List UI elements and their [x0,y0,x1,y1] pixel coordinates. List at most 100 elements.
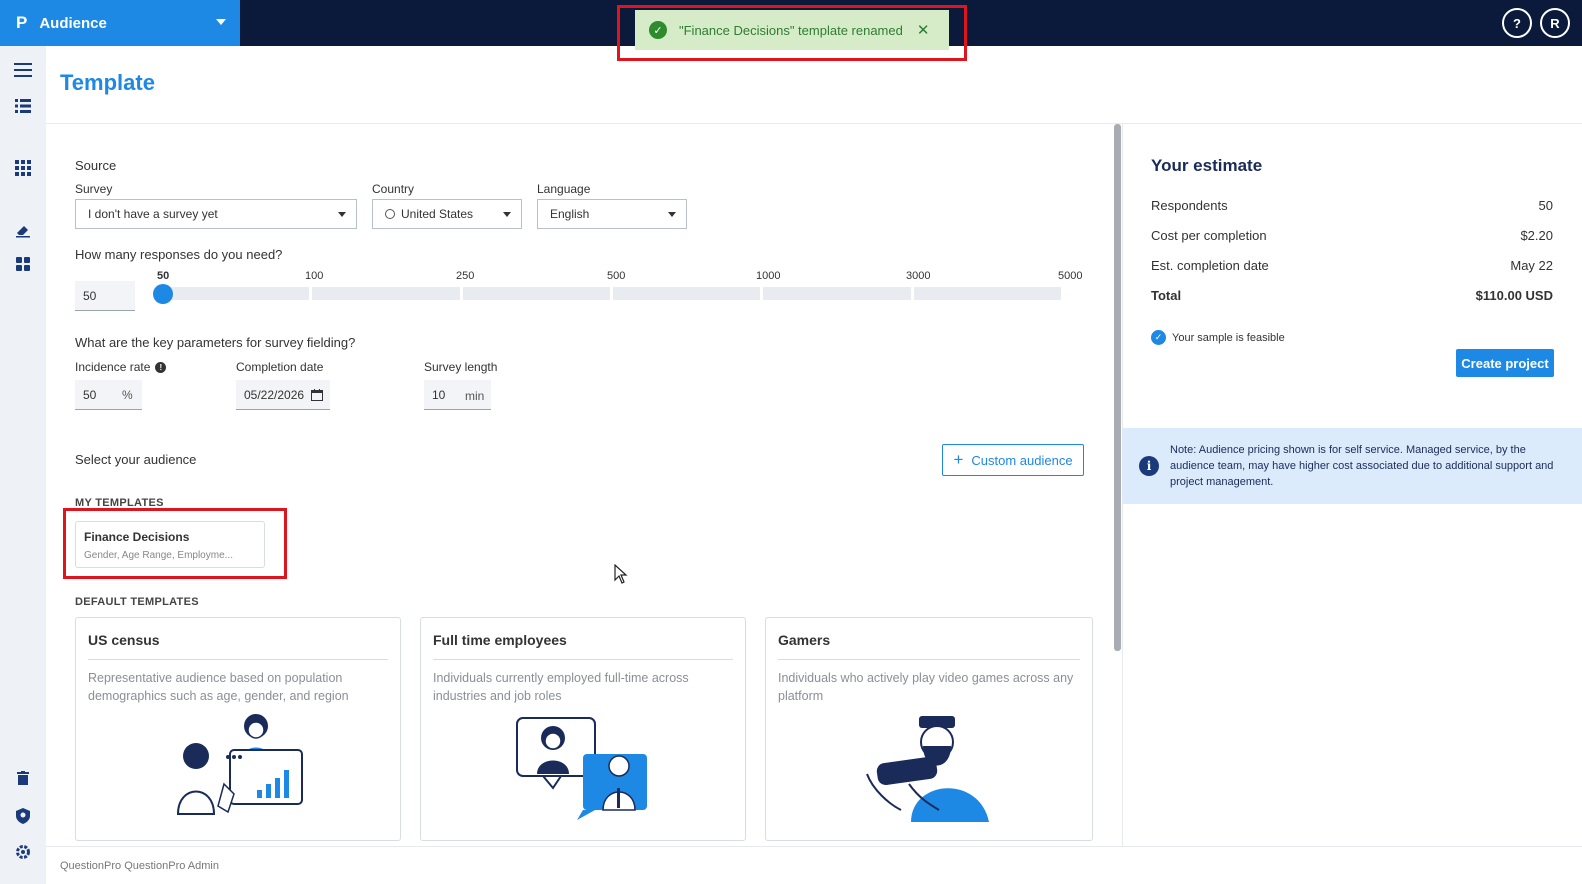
language-select-value: English [550,207,590,221]
default-templates-heading: DEFAULT TEMPLATES [75,596,199,608]
slider-tick: 500 [607,270,626,282]
survey-length-value: 10 [432,387,446,402]
info-icon[interactable]: ! [155,361,167,373]
survey-length-label: Survey length [424,360,498,374]
calendar-icon[interactable] [311,388,323,406]
estimate-row-total: Total $110.00 USD [1151,288,1553,303]
caret-down-icon [338,212,346,217]
footer-text: QuestionPro QuestionPro Admin [60,860,219,872]
feasible-text: Your sample is feasible [1172,331,1285,344]
mouse-cursor-icon [614,563,628,589]
card-divider [433,659,733,660]
info-icon: i [1139,456,1159,476]
close-icon[interactable]: ✕ [917,21,930,39]
responses-slider-track[interactable] [162,287,1061,300]
pricing-note: i Note: Audience pricing shown is for se… [1122,428,1582,504]
slider-tick: 250 [456,270,475,282]
app-switcher[interactable]: P Audience [0,0,240,46]
estimate-value: 50 [1538,198,1553,213]
create-project-button[interactable]: Create project [1456,349,1554,377]
toast-notification: ✓ "Finance Decisions" template renamed ✕ [635,10,949,50]
gear-icon[interactable] [13,842,33,862]
language-label: Language [537,182,591,196]
responses-slider-handle[interactable] [153,284,173,304]
estimate-value: May 22 [1510,258,1553,273]
incidence-rate-label-text: Incidence rate [75,360,151,374]
parameters-question: What are the key parameters for survey f… [75,335,356,350]
plus-icon: + [953,450,964,469]
caret-down-icon [668,212,676,217]
estimate-label: Est. completion date [1151,258,1269,273]
hamburger-menu-icon[interactable] [13,60,33,80]
help-button[interactable]: ? [1502,8,1532,38]
estimate-label: Cost per completion [1151,228,1267,243]
chevron-down-icon [216,19,226,25]
responses-question: How many responses do you need? [75,247,283,262]
page-title: Template [60,70,155,95]
min-suffix: min [465,389,485,403]
app-name: Audience [39,14,107,32]
slider-tick: 100 [305,270,324,282]
incidence-rate-value: 50 [83,387,97,402]
survey-label: Survey [75,182,113,196]
survey-select-value: I don't have a survey yet [88,207,218,221]
responses-input[interactable]: 50 [75,281,135,311]
estimate-value: $2.20 [1520,228,1553,243]
estimate-label: Respondents [1151,198,1228,213]
check-circle-icon: ✓ [1151,330,1166,345]
slider-tick: 3000 [906,270,931,282]
trash-icon[interactable] [13,768,33,788]
top-right-actions: ? R [1502,8,1570,38]
completion-date-label: Completion date [236,360,324,374]
pricing-note-text: Note: Audience pricing shown is for self… [1170,444,1554,488]
eraser-icon[interactable] [13,220,33,240]
footer: QuestionPro QuestionPro Admin [46,846,1582,884]
card-divider [88,659,388,660]
card-description: Individuals who actively play video game… [778,671,1074,703]
estimate-row-cost: Cost per completion $2.20 [1151,228,1553,243]
language-select[interactable]: English [537,199,687,229]
employees-illustration-icon [513,714,653,829]
slider-tick: 5000 [1058,270,1083,282]
country-select[interactable]: United States [372,199,522,229]
select-audience-label: Select your audience [75,452,197,467]
toast-message: "Finance Decisions" template renamed [679,22,903,38]
custom-audience-button-label: Custom audience [971,452,1073,468]
estimate-value: $110.00 USD [1475,288,1553,303]
my-template-title: Finance Decisions [84,530,190,544]
globe-icon [385,209,395,219]
user-shield-icon[interactable] [13,806,33,826]
percent-suffix: % [122,388,133,402]
country-label: Country [372,182,415,196]
check-circle-icon: ✓ [649,21,667,39]
country-select-value: United States [401,207,474,221]
apps-grid-icon[interactable] [13,158,33,178]
estimate-row-completion-date: Est. completion date May 22 [1151,258,1553,273]
left-rail [0,46,46,884]
estimate-label: Total [1151,288,1182,303]
estimate-title: Your estimate [1151,156,1263,175]
questionpro-logo-icon: P [16,13,28,32]
custom-audience-button[interactable]: + Custom audience [942,444,1084,476]
template-card-gamers[interactable]: Gamers Individuals who actively play vid… [765,617,1093,841]
survey-select[interactable]: I don't have a survey yet [75,199,357,229]
completion-date-value: 05/22/2026 [244,387,305,402]
card-divider [778,659,1080,660]
my-template-subtitle: Gender, Age Range, Employme... [84,550,233,561]
list-icon[interactable] [13,96,33,116]
card-title: Full time employees [433,632,567,648]
estimate-row-respondents: Respondents 50 [1151,198,1553,213]
template-card-full-time-employees[interactable]: Full time employees Individuals currentl… [420,617,746,841]
dashboard-icon[interactable] [13,254,33,274]
template-card-us-census[interactable]: US census Representative audience based … [75,617,401,841]
main-scrollbar[interactable] [1114,124,1121,651]
card-description: Individuals currently employed full-time… [433,671,689,703]
card-title: Gamers [778,632,831,648]
slider-tick: 1000 [756,270,781,282]
my-template-card[interactable]: Finance Decisions Gender, Age Range, Emp… [75,521,265,568]
caret-down-icon [503,212,511,217]
census-illustration-icon [168,714,308,829]
user-avatar[interactable]: R [1540,8,1570,38]
incidence-rate-label: Incidence rate ! [75,360,167,374]
card-description: Representative audience based on populat… [88,671,349,703]
